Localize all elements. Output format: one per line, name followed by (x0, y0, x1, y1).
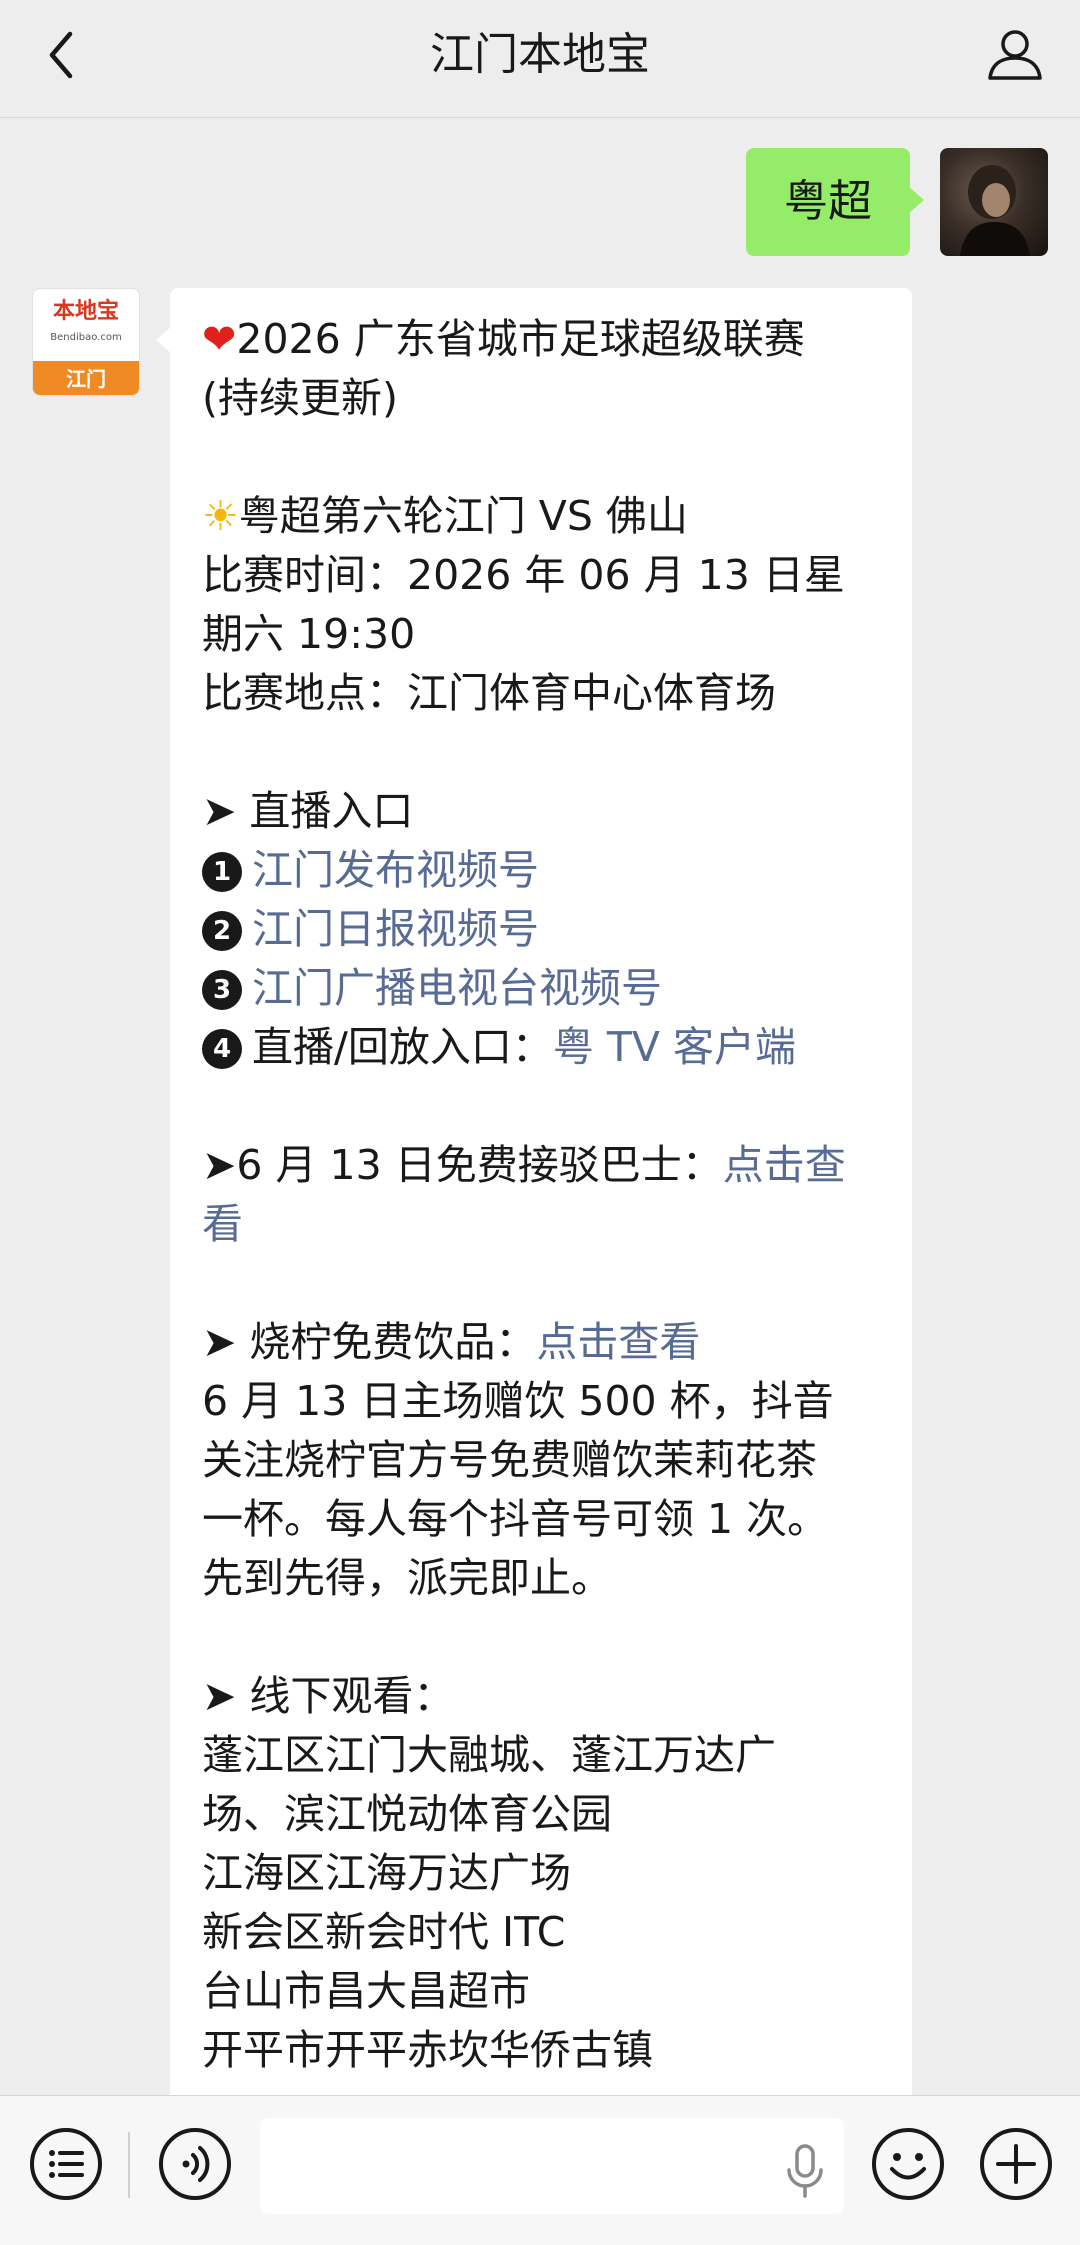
match-venue: 比赛地点：江门体育中心体育场 (202, 669, 776, 717)
emoji-icon[interactable] (868, 2124, 948, 2204)
input-divider (128, 2132, 130, 2198)
live-item-4-label: 直播/回放入口： (252, 1023, 553, 1071)
bus-label: ➤6 月 13 日免费接驳巴士： (202, 1141, 723, 1189)
incoming-bubble: ❤2026 广东省城市足球超级联赛 (持续更新) ☀粤超第六轮江门 VS 佛山 … (156, 288, 912, 2095)
incoming-message: 本地宝 Bendibao.com 江门 ❤2026 广东省城市足球超级联赛 (持… (32, 288, 912, 2095)
bus-link-continued[interactable]: 看 (202, 1195, 880, 1254)
brand-domain: Bendibao.com (50, 332, 122, 343)
outgoing-bubble[interactable]: 粤超 (746, 148, 924, 256)
number-3-icon: 3 (202, 970, 242, 1010)
offline-heading: ➤ 线下观看： (202, 1672, 455, 1720)
drinks-label: ➤ 烧柠免费饮品： (202, 1318, 537, 1366)
chat-page: 江门本地宝 粤超 本地宝 Bendibao.com 江门 ❤2026 广东省城市… (0, 0, 1080, 2245)
number-1-icon: 1 (202, 852, 242, 892)
offline-venue-6: 开平市开平赤坎华侨古镇 (202, 2026, 653, 2074)
navigation-bar: 江门本地宝 (0, 0, 1080, 118)
outgoing-message: 粤超 (746, 148, 1048, 256)
brand-logo-text: 本地宝 (52, 299, 119, 324)
brand-logo-top: 本地宝 Bendibao.com (33, 289, 139, 361)
title-line: ❤2026 广东省城市足球超级联赛 (202, 310, 880, 369)
live-item-2: 2 江门日报视频号 (202, 900, 880, 959)
brand-city: 江门 (33, 361, 139, 395)
match-time-line-1: 比赛时间：2026 年 06 月 13 日星 (202, 551, 845, 599)
drinks-text-3: 一杯。每人每个抖音号可领 1 次。 (202, 1495, 829, 1543)
message-input[interactable] (260, 2118, 844, 2214)
sun-icon: ☀ (202, 492, 239, 540)
offline-venue-2: 场、滨江悦动体育公园 (202, 1790, 612, 1838)
live-link-jiangmen-tv[interactable]: 江门广播电视台视频号 (252, 964, 662, 1012)
drinks-text-1: 6 月 13 日主场赠饮 500 杯，抖音 (202, 1377, 834, 1425)
number-2-icon: 2 (202, 911, 242, 951)
drinks-text-4: 先到先得，派完即止。 (202, 1554, 612, 1602)
heart-icon: ❤ (202, 315, 237, 363)
microphone-icon[interactable] (780, 2142, 830, 2202)
list-menu-icon[interactable] (26, 2124, 106, 2204)
live-link-jiangmen-fabu[interactable]: 江门发布视频号 (252, 846, 539, 894)
live-heading: ➤ 直播入口 (202, 787, 414, 835)
offline-venue-5: 台山市昌大昌超市 (202, 1967, 530, 2015)
title-line-2: (持续更新) (202, 374, 398, 422)
offline-venue-1: 蓬江区江门大融城、蓬江万达广 (202, 1731, 776, 1779)
live-item-1: 1 江门发布视频号 (202, 841, 880, 900)
match-time-line-2: 期六 19:30 (202, 610, 416, 658)
user-avatar[interactable] (940, 148, 1048, 256)
message-title: 2026 广东省城市足球超级联赛 (236, 315, 805, 363)
input-bar (0, 2095, 1080, 2245)
live-link-yue-tv[interactable]: 粤 TV 客户端 (553, 1023, 796, 1071)
number-4-icon: 4 (202, 1029, 242, 1069)
live-item-3: 3 江门广播电视台视频号 (202, 959, 880, 1018)
bus-line: ➤6 月 13 日免费接驳巴士：点击查 (202, 1136, 880, 1195)
live-item-4: 4 直播/回放入口：粤 TV 客户端 (202, 1018, 880, 1077)
match-title: 粤超第六轮江门 VS 佛山 (238, 492, 688, 540)
live-link-jiangmen-ribao[interactable]: 江门日报视频号 (252, 905, 539, 953)
match-title-line: ☀粤超第六轮江门 VS 佛山 (202, 487, 880, 546)
drinks-link[interactable]: 点击查看 (536, 1318, 700, 1366)
voice-icon[interactable] (155, 2124, 235, 2204)
bendibao-avatar[interactable]: 本地宝 Bendibao.com 江门 (32, 288, 140, 396)
drinks-text-2: 关注烧柠官方号免费赠饮茉莉花茶 (202, 1436, 817, 1484)
plus-icon[interactable] (976, 2124, 1056, 2204)
page-title: 江门本地宝 (430, 29, 650, 80)
user-profile-icon[interactable] (980, 20, 1050, 90)
bus-link[interactable]: 点击查 (723, 1141, 846, 1189)
offline-venue-3: 江海区江海万达广场 (202, 1849, 571, 1897)
offline-venue-4: 新会区新会时代 ITC (202, 1908, 566, 1956)
chat-area[interactable]: 粤超 本地宝 Bendibao.com 江门 ❤2026 广东省城市足球超级联赛 (0, 118, 1080, 2095)
drinks-line: ➤ 烧柠免费饮品：点击查看 (202, 1313, 880, 1372)
